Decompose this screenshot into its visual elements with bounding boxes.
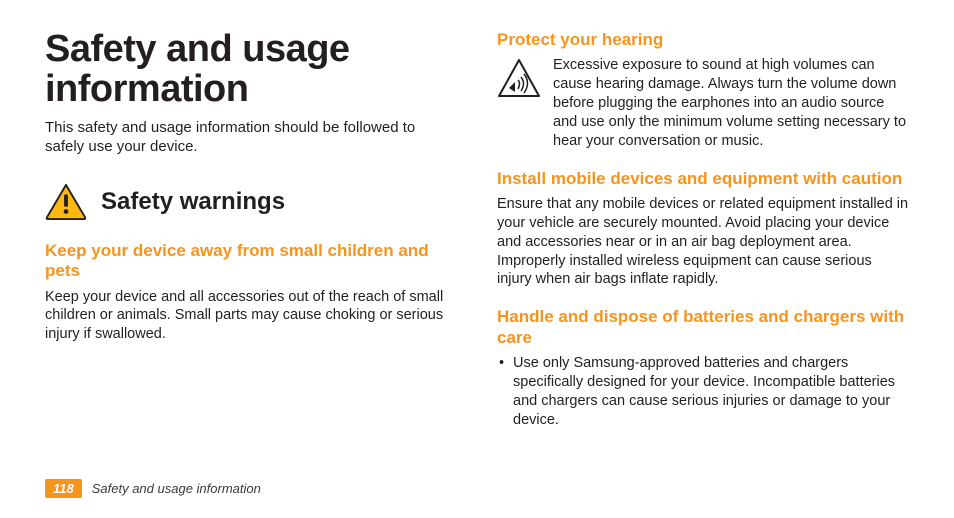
warning-triangle-icon [45, 183, 87, 221]
block-hearing: Protect your hearing Excessive exposure … [497, 30, 909, 151]
block-install-caution: Install mobile devices and equipment wit… [497, 169, 909, 290]
block-children-pets: Keep your device away from small childre… [45, 241, 457, 344]
list-item: Use only Samsung-approved batteries and … [499, 354, 909, 429]
page-columns: Safety and usage information This safety… [45, 30, 909, 465]
subheading-batteries: Handle and dispose of batteries and char… [497, 307, 909, 348]
hearing-row: Excessive exposure to sound at high volu… [497, 56, 909, 150]
subheading-install: Install mobile devices and equipment wit… [497, 169, 909, 189]
body-hearing: Excessive exposure to sound at high volu… [553, 56, 909, 150]
section-heading-row: Safety warnings [45, 183, 457, 221]
left-column: Safety and usage information This safety… [45, 30, 457, 465]
footer-section-name: Safety and usage information [92, 481, 261, 496]
right-column: Protect your hearing Excessive exposure … [497, 30, 909, 465]
page-footer: 118 Safety and usage information [45, 479, 261, 498]
body-children-pets: Keep your device and all accessories out… [45, 288, 457, 345]
subheading-children-pets: Keep your device away from small childre… [45, 241, 457, 282]
subheading-hearing: Protect your hearing [497, 30, 909, 50]
block-batteries: Handle and dispose of batteries and char… [497, 307, 909, 429]
hearing-warning-icon [497, 58, 541, 100]
section-heading: Safety warnings [101, 188, 285, 216]
batteries-list: Use only Samsung-approved batteries and … [497, 354, 909, 429]
page-title: Safety and usage information [45, 30, 457, 110]
body-install: Ensure that any mobile devices or relate… [497, 195, 909, 289]
intro-text: This safety and usage information should… [45, 118, 457, 157]
page-number-badge: 118 [45, 479, 82, 498]
